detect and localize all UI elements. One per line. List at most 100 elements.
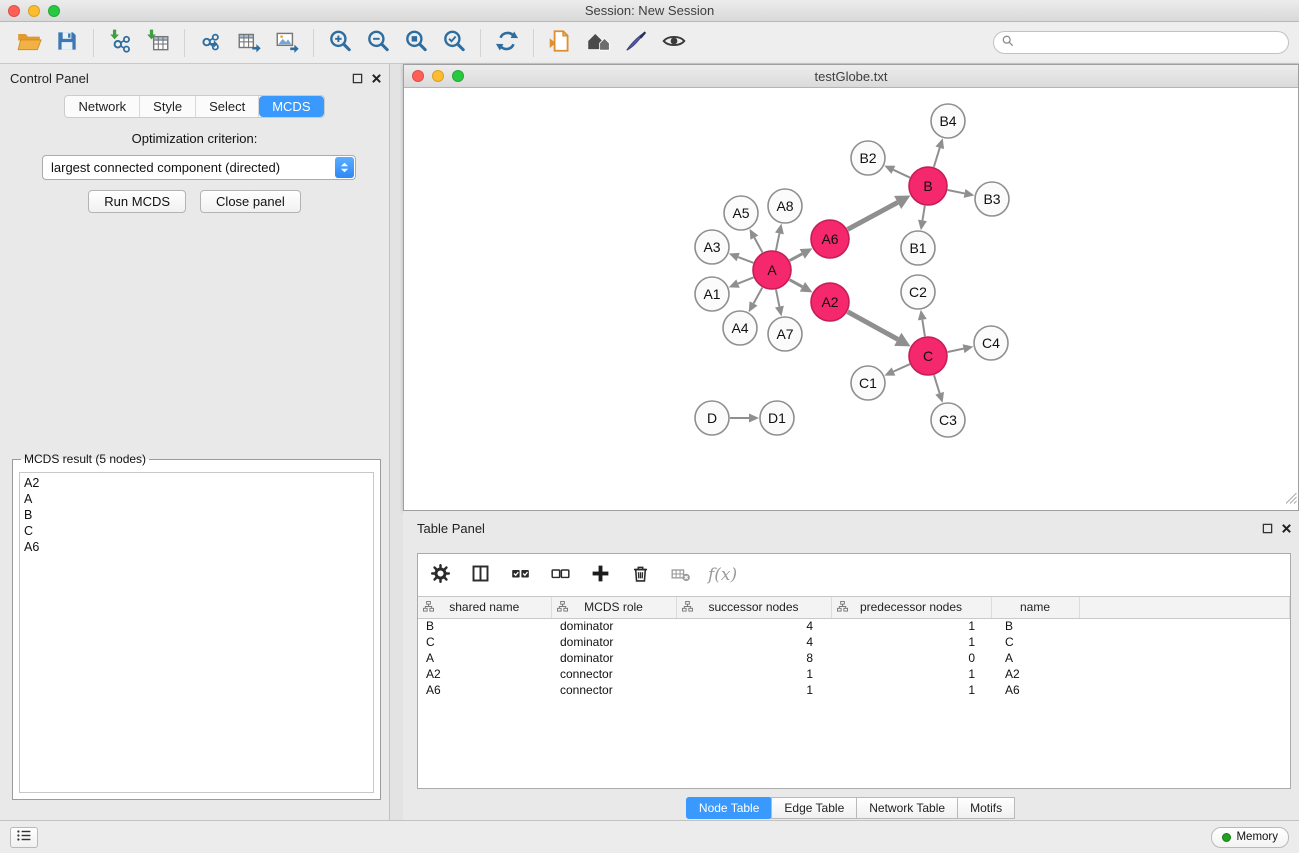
tab-network[interactable]: Network [65,96,140,117]
tab-select[interactable]: Select [196,96,259,117]
mcds-result-item[interactable]: A6 [24,539,369,555]
resize-grip-icon[interactable] [1286,491,1297,509]
graph-edge-B-B1[interactable] [922,206,924,221]
graph-edge-A-A7[interactable] [776,290,779,307]
memory-button[interactable]: Memory [1211,827,1289,848]
graph-edge-A-A1[interactable] [738,277,753,283]
graph-edge-A-A3[interactable] [738,257,753,263]
graph-edge-A-A5[interactable] [754,238,762,253]
table-cell[interactable]: B [418,618,551,634]
table-cell[interactable]: 1 [831,682,991,698]
import-table-button[interactable] [139,26,177,60]
criterion-dropdown[interactable]: largest connected component (directed) [42,155,356,180]
cybrowser-button[interactable] [579,26,617,60]
table-row[interactable]: Adominator80A [418,650,1290,666]
open-session-button[interactable] [10,26,48,60]
zoom-selected-button[interactable] [435,26,473,60]
tab-style[interactable]: Style [140,96,196,117]
column-header-name[interactable]: name [991,597,1079,618]
export-network-button[interactable] [192,26,230,60]
table-cell[interactable]: A2 [991,666,1079,682]
column-layout-button[interactable] [468,563,492,587]
tab-edge-table[interactable]: Edge Table [771,797,857,819]
table-cell[interactable]: connector [551,666,676,682]
zoom-out-button[interactable] [359,26,397,60]
tab-mcds[interactable]: MCDS [259,96,323,117]
network-close-button[interactable] [412,70,424,82]
table-cell[interactable]: B [991,618,1079,634]
export-image-button[interactable] [268,26,306,60]
table-cell[interactable]: 0 [831,650,991,666]
close-panel-icon-button[interactable] [370,72,383,85]
zoom-in-button[interactable] [321,26,359,60]
add-row-button[interactable] [588,563,612,587]
style-wand-button[interactable] [617,26,655,60]
column-header-successor-nodes[interactable]: successor nodes [676,597,831,618]
table-cell[interactable]: 4 [676,634,831,650]
table-cell[interactable]: 1 [676,682,831,698]
table-cell[interactable]: 4 [676,618,831,634]
table-cell[interactable]: A6 [418,682,551,698]
tab-node-table[interactable]: Node Table [686,797,773,819]
function-builder-button[interactable]: f(x) [708,563,737,587]
table-cell[interactable]: A6 [991,682,1079,698]
close-window-button[interactable] [8,5,20,17]
run-mcds-button[interactable]: Run MCDS [88,190,186,213]
close-panel-button[interactable]: Close panel [200,190,301,213]
graph-edge-A-A2[interactable] [790,280,803,287]
table-cell[interactable]: C [991,634,1079,650]
select-all-button[interactable] [508,563,532,587]
graph-edge-A-A4[interactable] [754,288,763,304]
graph-edge-C-C4[interactable] [948,349,964,352]
table-cell[interactable]: 1 [831,666,991,682]
import-network-button[interactable] [101,26,139,60]
mcds-result-item[interactable]: C [24,523,369,539]
tab-motifs[interactable]: Motifs [957,797,1015,819]
table-row[interactable]: Cdominator41C [418,634,1290,650]
table-row[interactable]: Bdominator41B [418,618,1290,634]
table-settings-button[interactable] [428,563,452,587]
graph-edge-A-A8[interactable] [776,233,779,250]
close-table-panel-button[interactable] [1280,522,1293,535]
column-header-mcds-role[interactable]: MCDS role [551,597,676,618]
table-cell[interactable]: 8 [676,650,831,666]
graph-edge-C-C2[interactable] [922,320,925,337]
table-cell[interactable]: A [418,650,551,666]
column-header-shared-name[interactable]: shared name [418,597,551,618]
table-cell[interactable]: dominator [551,650,676,666]
clear-table-button[interactable] [668,563,692,587]
table-cell[interactable]: A [991,650,1079,666]
table-cell[interactable]: connector [551,682,676,698]
deselect-all-button[interactable] [548,563,572,587]
mcds-result-item[interactable]: B [24,507,369,523]
column-header-predecessor-nodes[interactable]: predecessor nodes [831,597,991,618]
table-cell[interactable]: A2 [418,666,551,682]
table-cell[interactable]: 1 [831,618,991,634]
table-row[interactable]: A2connector11A2 [418,666,1290,682]
search-input[interactable] [1019,36,1280,50]
graph-edge-A-A6[interactable] [790,254,803,261]
table-cell[interactable]: dominator [551,634,676,650]
zoom-fit-button[interactable] [397,26,435,60]
task-history-button[interactable] [10,827,38,848]
apply-layout-button[interactable] [488,26,526,60]
table-cell[interactable]: dominator [551,618,676,634]
table-cell[interactable]: C [418,634,551,650]
mcds-result-item[interactable]: A [24,491,369,507]
graphics-details-button[interactable] [655,26,693,60]
graph-edge-B-B4[interactable] [934,148,940,167]
delete-row-button[interactable] [628,563,652,587]
graph-edge-A2-C[interactable] [848,312,898,340]
graph-edge-B-B2[interactable] [893,170,910,178]
network-canvas[interactable]: AA6A2BCA5A8A3A1A4A7B2B4B3B1C2C4C1C3DD1 [404,88,1298,510]
network-minimize-button[interactable] [432,70,444,82]
graph-edge-C-C1[interactable] [894,364,910,371]
mcds-result-item[interactable]: A2 [24,475,369,491]
table-cell[interactable]: 1 [676,666,831,682]
graph-edge-C-C3[interactable] [934,375,940,393]
tab-network-table[interactable]: Network Table [856,797,958,819]
mcds-result-list[interactable]: A2ABCA6 [19,472,374,793]
table-row[interactable]: A6connector11A6 [418,682,1290,698]
graph-edge-A6-B[interactable] [848,202,898,229]
zoom-window-button[interactable] [48,5,60,17]
